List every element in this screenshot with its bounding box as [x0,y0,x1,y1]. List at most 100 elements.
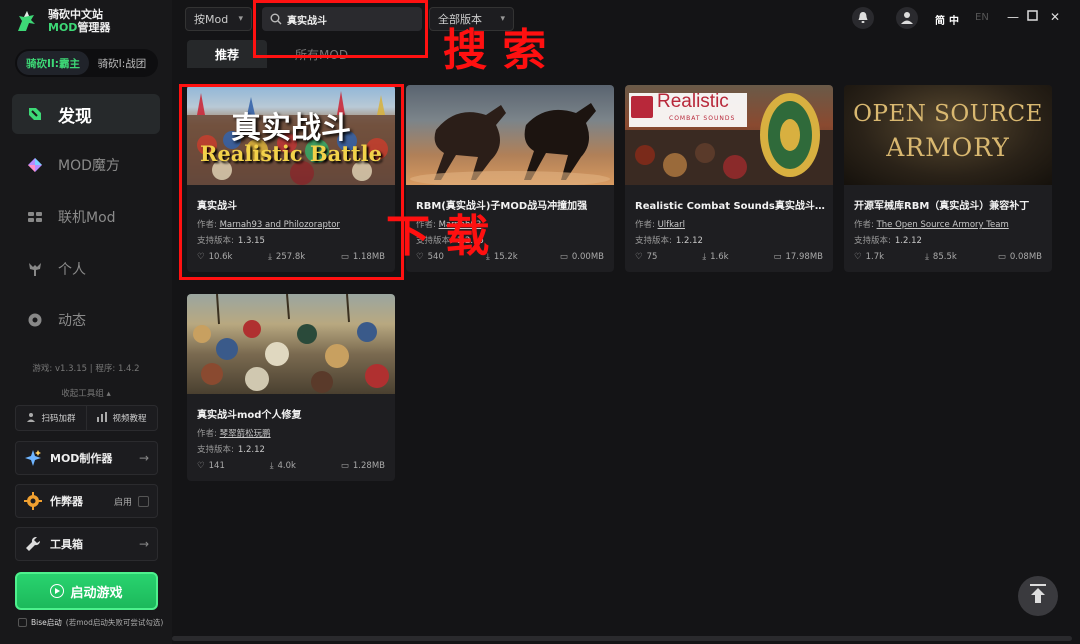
game-version-label: 游戏: [32,364,53,374]
bise-launch-option[interactable]: Bise启动 (若mod启动失败可尝试勾选) [18,617,163,628]
cheat-enable-checkbox[interactable] [138,495,149,507]
bar-chart-icon [97,411,108,425]
mod-thumbnail: OPEN SOURCE ARMORY [844,85,1052,185]
play-icon [50,584,65,598]
game-version: v1.3.15 [55,364,88,374]
sort-dropdown[interactable]: 按Mod ▾ [185,7,252,31]
download-count: ⤓ 1.6k [702,252,728,262]
video-tutorial-button[interactable]: 视频教程 [86,406,157,430]
mod-card[interactable]: OPEN SOURCE ARMORY 开源军械库RBM（真实战斗）兼容补丁 作者… [844,85,1052,272]
nav-mod-cube[interactable]: MOD魔方 [12,145,160,185]
logo-subtitle: 管理器 [77,21,111,34]
download-icon: ⤓ [925,252,929,262]
search-annotation: 搜 索 [443,25,547,76]
file-size-value: 0.00MB [571,252,604,262]
lang-chinese[interactable]: 中 [949,12,959,27]
like-count: ♡ 1.7k [854,252,884,262]
app-logo: 骑砍中文站 MOD管理器 [12,4,162,38]
game-option-bannerlord[interactable]: 骑砍II:霸主 [17,51,89,75]
banner-line2: ARMORY [886,133,1010,162]
lang-english[interactable]: EN [975,12,989,23]
mod-title: 开源军械库RBM（真实战斗）兼容补丁 [854,201,1030,212]
banner-title: Realistic [657,91,729,112]
discover-icon [26,105,44,123]
heart-icon: ♡ [854,252,862,262]
download-count: ⤓ 4.0k [270,461,296,471]
like-count-value: 141 [208,461,225,471]
file-size: ▭ 17.98MB [773,252,823,262]
mod-card[interactable]: Realistic COMBAT SOUNDS Realistic Combat… [625,85,833,272]
file-size: ▭ 0.00MB [560,252,604,262]
launch-game-button[interactable]: 启动游戏 [15,572,158,610]
user-avatar-button[interactable] [896,7,918,29]
nav-personal[interactable]: 个人 [12,249,160,289]
person-icon [26,260,44,278]
version-separator: | [89,364,93,374]
lang-simplified[interactable]: 简 [935,12,945,27]
maximize-icon[interactable] [1027,10,1038,24]
author-label: 作者: [854,220,874,230]
close-icon[interactable]: ✕ [1050,10,1060,24]
file-icon: ▭ [559,252,568,262]
cheat-tool-card: 作弊器 启用 [15,484,158,518]
author-link[interactable]: The Open Source Armory Team [877,220,1009,230]
mod-maker-button[interactable]: MOD制作器 → [15,441,158,475]
chevron-down-icon: ▾ [238,14,243,24]
like-count-value: 1.7k [865,252,885,262]
sort-dropdown-value: 按Mod [194,13,229,26]
mod-thumbnail [187,294,395,394]
nav-label: 发现 [58,106,92,127]
minimize-icon[interactable]: — [1007,10,1019,24]
mod-card[interactable]: 真实战斗mod个人修复 作者: 琴翠箭松玩鹏 支持版本: 1.2.12 ♡ 141 … [187,294,395,481]
author-label: 作者: [635,220,655,230]
quick-button-row: 扫码加群 视频教程 [15,405,158,431]
supported-version: 1.2.12 [894,236,922,246]
toolbox-button[interactable]: 工具箱 → [15,527,158,561]
app-window: 骑砍中文站 MOD管理器 骑砍II:霸主 骑砍I:战团 发现 MOD魔方 联机M… [0,0,1080,644]
download-icon: ⤓ [702,252,707,262]
horse-logo-icon [12,7,40,35]
version-label: 支持版本: [854,236,891,246]
download-count-value: 85.5k [932,252,957,262]
mod-thumbnail [406,85,614,185]
bise-checkbox[interactable] [18,618,27,627]
banner-subtitle: COMBAT SOUNDS [669,115,736,122]
scroll-to-top-button[interactable] [1018,576,1058,616]
bise-label: Bise启动 [31,618,62,627]
sidebar: 骑砍中文站 MOD管理器 骑砍II:霸主 骑砍I:战团 发现 MOD魔方 联机M… [0,0,172,644]
join-group-button[interactable]: 扫码加群 [16,406,86,430]
banner-line1: OPEN SOURCE [853,101,1043,127]
nav-label: MOD魔方 [58,158,120,174]
notification-button[interactable] [852,7,874,29]
mod-thumbnail: Realistic COMBAT SOUNDS [625,85,833,185]
toolbox-label: 工具箱 [50,538,83,551]
file-icon: ▭ [340,461,349,471]
author-link[interactable]: Ulfkarl [658,220,685,230]
download-count-value: 4.0k [277,461,296,471]
supported-version: 1.2.12 [237,445,265,455]
download-count-value: 1.6k [710,252,729,262]
cheat-icon [24,492,42,510]
nav-feed[interactable]: 动态 [12,300,160,340]
game-option-warband[interactable]: 骑砍I:战团 [89,51,155,75]
version-info: 游戏: v1.3.15 | 程序: 1.4.2 [0,362,172,374]
author-label: 作者: [197,429,217,439]
sparkle-icon [24,449,42,467]
nav-label: 联机Mod [58,210,116,226]
collapse-tools-toggle[interactable]: 收起工具组 ▴ [0,387,172,399]
mod-maker-label: MOD制作器 [50,452,113,465]
qr-group-icon [26,412,36,425]
cube-icon [26,156,44,174]
logo-mod: MOD [48,21,78,34]
horizontal-scrollbar[interactable] [172,636,1072,641]
like-count: ♡ 141 [197,461,225,471]
download-count: ⤓ 15.2k [486,252,518,262]
like-count-value: 75 [646,252,658,262]
cheat-enable-toggle[interactable]: 启用 [114,495,149,508]
heart-icon: ♡ [635,252,643,262]
arrow-right-icon: → [138,537,149,551]
author-link[interactable]: 琴翠箭松玩鹏 [220,429,271,439]
download-count-value: 15.2k [493,252,518,262]
nav-multiplayer[interactable]: 联机Mod [12,197,160,237]
nav-discover[interactable]: 发现 [12,94,160,134]
